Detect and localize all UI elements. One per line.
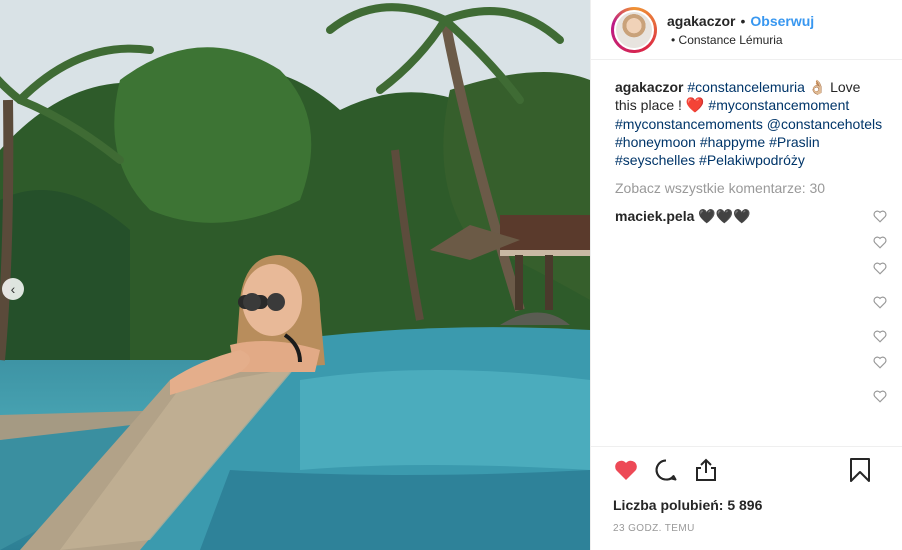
comment-button[interactable] <box>653 457 679 483</box>
red-heart-emoji: ❤️ <box>685 97 705 114</box>
comment-username[interactable]: maciek.pela <box>615 208 694 224</box>
post-header: agakaczor • Obserwuj • Constance Lémuria <box>591 0 902 60</box>
heart-filled-icon <box>615 460 637 480</box>
chevron-left-icon: ‹ <box>10 281 16 297</box>
post-photo[interactable]: ‹ <box>0 0 590 550</box>
header-line: agakaczor • Obserwuj <box>667 13 814 29</box>
comment-like-column <box>873 210 887 450</box>
share-icon <box>696 458 716 481</box>
view-all-comments-link[interactable]: Zobacz wszystkie komentarze: 30 <box>615 179 883 197</box>
post-side-panel: agakaczor • Obserwuj • Constance Lémuria… <box>590 0 902 550</box>
heart-outline-icon[interactable] <box>873 330 887 343</box>
like-button[interactable] <box>613 457 639 483</box>
separator-dot: • <box>740 12 746 29</box>
location-dot: • <box>671 32 676 47</box>
previous-photo-button[interactable]: ‹ <box>2 278 24 300</box>
location-line: • Constance Lémuria <box>667 33 814 47</box>
save-button[interactable] <box>847 457 873 483</box>
post-caption: agakaczor #constancelemuria 👌🏼 Love this… <box>615 78 883 169</box>
share-button[interactable] <box>693 457 719 483</box>
comment-text: 🖤🖤🖤 <box>698 208 751 224</box>
ok-hand-emoji: 👌🏼 <box>808 79 827 95</box>
heart-outline-icon[interactable] <box>873 210 887 223</box>
heart-outline-icon[interactable] <box>873 296 887 309</box>
caption-username[interactable]: agakaczor <box>615 79 683 95</box>
comments-list: agakaczor #constancelemuria 👌🏼 Love this… <box>615 78 883 446</box>
speech-bubble-icon <box>655 459 677 481</box>
location-link[interactable]: Constance Lémuria <box>679 33 783 47</box>
heart-outline-icon[interactable] <box>873 236 887 249</box>
heart-outline-icon[interactable] <box>873 390 887 403</box>
follow-button[interactable]: Obserwuj <box>750 13 814 29</box>
post-actions: Liczba polubień: 5 896 23 GODZ. TEMU <box>591 446 902 534</box>
heart-outline-icon[interactable] <box>873 356 887 369</box>
comment-item: maciek.pela 🖤🖤🖤 <box>615 207 883 225</box>
bookmark-icon <box>850 458 870 482</box>
caption-hashtag[interactable]: #constancelemuria <box>687 79 805 95</box>
avatar-image <box>614 9 654 50</box>
post-timestamp[interactable]: 23 GODZ. TEMU <box>613 523 887 534</box>
username-link[interactable]: agakaczor <box>667 13 735 29</box>
action-icons-row <box>613 457 887 483</box>
header-text: agakaczor • Obserwuj • Constance Lémuria <box>667 13 814 47</box>
avatar[interactable] <box>611 6 657 53</box>
heart-outline-icon[interactable] <box>873 262 887 275</box>
likes-count[interactable]: Liczba polubień: 5 896 <box>613 497 887 513</box>
pool-photo-illustration <box>0 0 590 550</box>
